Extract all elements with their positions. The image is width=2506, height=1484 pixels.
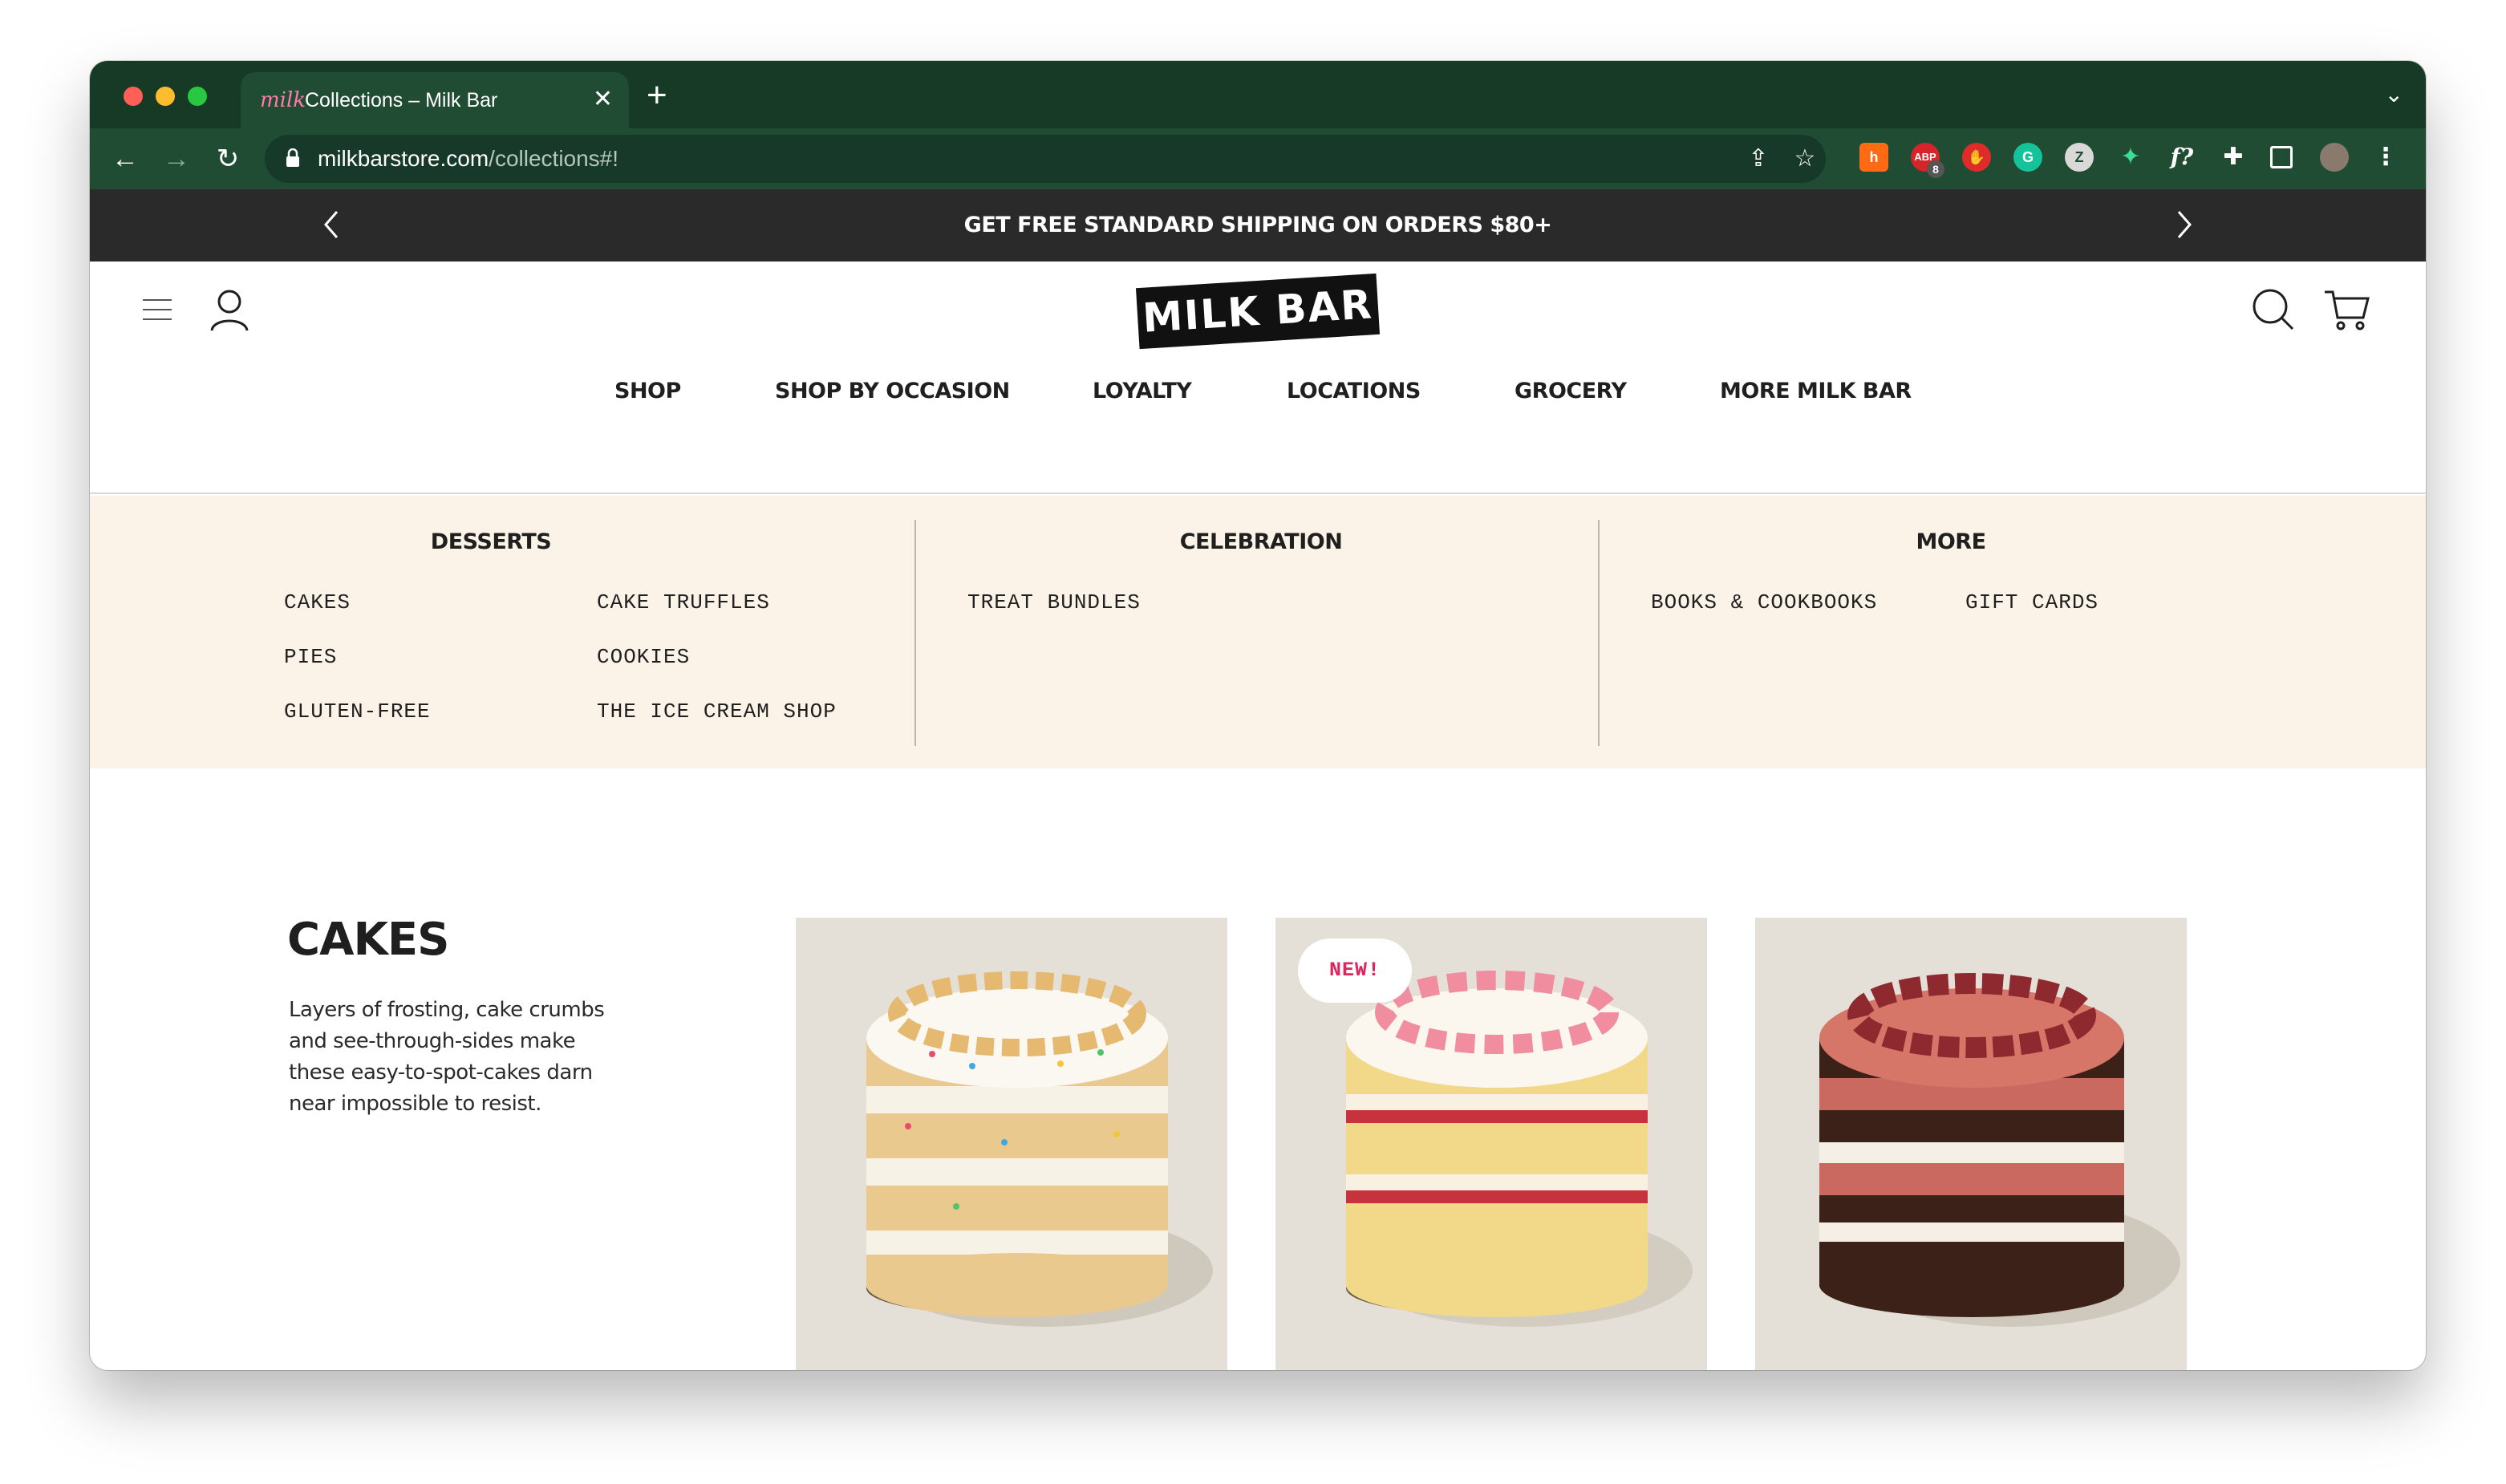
nav-shop[interactable]: SHOP <box>614 375 681 407</box>
milk-bar-favicon-icon: milk <box>260 88 306 112</box>
lock-icon <box>286 148 299 167</box>
mega-link-gluten-free[interactable]: GLUTEN-FREE <box>284 699 431 724</box>
nav-shop-by-occasion[interactable]: SHOP BY OCCASION <box>775 375 1010 407</box>
grammarly-extension-icon[interactable]: G <box>2013 143 2042 172</box>
nav-locations[interactable]: LOCATIONS <box>1287 375 1421 407</box>
mega-heading-desserts: DESSERTS <box>430 529 552 554</box>
new-tab-button[interactable]: + <box>647 75 667 116</box>
tab-close-icon[interactable]: ✕ <box>593 87 613 112</box>
mega-link-cake-truffles[interactable]: CAKE TRUFFLES <box>597 590 770 614</box>
nav-grocery[interactable]: GROCERY <box>1515 375 1627 407</box>
forward-arrow-icon[interactable]: → <box>159 141 194 176</box>
bookmark-star-icon[interactable]: ☆ <box>1790 144 1819 173</box>
site-header: MILK BAR SHOP SHOP BY OCCASION LOYALTY L… <box>90 262 2426 494</box>
mega-link-ice-cream-shop[interactable]: THE ICE CREAM SHOP <box>597 699 837 724</box>
product-card-birthday-cake[interactable] <box>796 918 1227 1370</box>
search-icon[interactable] <box>2251 287 2296 332</box>
shop-mega-menu: DESSERTS CAKES PIES GLUTEN-FREE CAKE TRU… <box>90 496 2426 768</box>
collection-description: Layers of frosting, cake crumbs and see-… <box>289 998 605 1116</box>
mega-heading-more: MORE <box>1916 529 1986 554</box>
extensions-puzzle-icon[interactable]: ✚ <box>2219 143 2248 172</box>
zotero-extension-icon[interactable]: Z <box>2065 143 2094 172</box>
mega-link-cakes[interactable]: CAKES <box>284 590 351 614</box>
nav-more-milk-bar[interactable]: MORE MILK BAR <box>1720 375 1912 407</box>
nav-loyalty[interactable]: LOYALTY <box>1093 375 1192 407</box>
profile-avatar[interactable] <box>2320 143 2349 172</box>
product-card-strawberry-cake[interactable]: NEW! <box>1275 918 1707 1370</box>
maximize-window-button[interactable] <box>188 87 207 106</box>
mega-link-gift-cards[interactable]: GIFT CARDS <box>1965 590 2098 614</box>
tab-active[interactable]: milk Collections – Milk Bar ✕ <box>241 72 629 128</box>
mega-link-treat-bundles[interactable]: TREAT BUNDLES <box>967 590 1141 614</box>
tab-strip: milk Collections – Milk Bar ✕ + ⌄ <box>90 61 2426 128</box>
collection-title: CAKES <box>287 914 449 966</box>
birthday-cake-image <box>866 971 1213 1327</box>
url-text: milkbarstore.com/collections#! <box>318 146 619 171</box>
adblock-count-badge: 8 <box>1927 160 1944 178</box>
formula-extension-icon[interactable]: f? <box>2167 143 2196 172</box>
hamburger-menu-icon[interactable] <box>141 297 173 322</box>
mega-link-books-cookbooks[interactable]: BOOKS & COOKBOOKS <box>1651 590 1877 614</box>
reload-icon[interactable]: ↻ <box>210 141 245 176</box>
browser-window: milk Collections – Milk Bar ✕ + ⌄ ← → ↻ … <box>90 61 2426 1370</box>
tab-title: Collections – Milk Bar <box>305 89 498 112</box>
main-nav: SHOP SHOP BY OCCASION LOYALTY LOCATIONS … <box>90 375 2426 424</box>
announcement-bar: GET FREE STANDARD SHIPPING ON ORDERS $80… <box>90 189 2426 262</box>
close-window-button[interactable] <box>124 87 143 106</box>
honey-extension-icon[interactable]: h <box>1859 143 1888 172</box>
bird-extension-icon[interactable]: ✦ <box>2116 143 2145 172</box>
browser-toolbar: ← → ↻ milkbarstore.com/collections#! ⇪ ☆… <box>90 128 2426 189</box>
browser-menu-icon[interactable]: ⋮ <box>2371 143 2400 172</box>
new-badge: NEW! <box>1298 939 1412 1003</box>
back-arrow-icon[interactable]: ← <box>107 141 143 176</box>
milk-bar-logo[interactable]: MILK BAR <box>1135 273 1381 350</box>
tab-search-chevron-icon[interactable]: ⌄ <box>2385 82 2403 107</box>
chocolate-cake-image <box>1819 973 2180 1327</box>
side-panel-icon[interactable] <box>2270 146 2293 168</box>
cart-icon[interactable] <box>2323 287 2370 332</box>
announcement-text: GET FREE STANDARD SHIPPING ON ORDERS $80… <box>963 213 1552 237</box>
address-bar[interactable]: milkbarstore.com/collections#! ⇪ ☆ <box>265 135 1826 183</box>
product-card-chocolate-cake[interactable] <box>1755 918 2187 1370</box>
mega-divider <box>914 520 916 746</box>
announcement-next-chevron-icon[interactable] <box>2167 207 2200 242</box>
mega-divider <box>1598 520 1600 746</box>
mega-heading-celebration: CELEBRATION <box>1179 529 1343 554</box>
stop-hand-extension-icon[interactable]: ✋ <box>1962 143 1991 172</box>
account-icon[interactable] <box>209 287 250 332</box>
minimize-window-button[interactable] <box>156 87 175 106</box>
share-icon[interactable]: ⇪ <box>1744 144 1773 173</box>
mega-link-pies[interactable]: PIES <box>284 645 337 669</box>
mega-link-cookies[interactable]: COOKIES <box>597 645 690 669</box>
